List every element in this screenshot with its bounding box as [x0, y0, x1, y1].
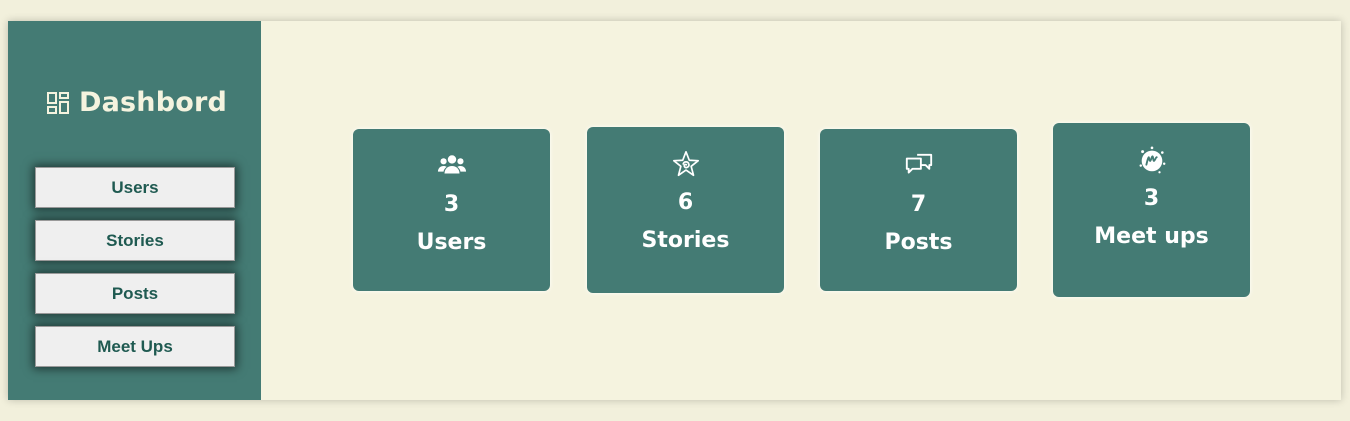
- sidebar-title: Dashbord: [79, 87, 228, 118]
- dashboard-frame: Dashbord Users Stories Posts Meet Ups 3 …: [8, 21, 1341, 400]
- sidebar: Dashbord Users Stories Posts Meet Ups: [8, 21, 261, 400]
- stories-count: 6: [677, 190, 694, 215]
- users-count: 3: [443, 192, 460, 217]
- star-swirl-icon: [672, 150, 699, 177]
- posts-button[interactable]: Posts: [35, 273, 235, 314]
- users-button[interactable]: Users: [35, 167, 235, 208]
- users-icon: [437, 155, 466, 174]
- chat-bubbles-icon: [905, 153, 932, 174]
- sidebar-brand: Dashbord: [46, 87, 227, 118]
- stories-card[interactable]: 6 Stories: [587, 127, 784, 293]
- users-label: Users: [416, 230, 487, 255]
- stories-label: Stories: [641, 228, 730, 253]
- posts-count: 7: [910, 192, 927, 217]
- stories-button[interactable]: Stories: [35, 220, 235, 261]
- meetup-icon: [1139, 146, 1165, 174]
- posts-card[interactable]: 7 Posts: [820, 129, 1017, 291]
- meet-ups-count: 3: [1143, 186, 1160, 211]
- main-content: 3 Users 6 Stories 7 Posts 3 Meet ups: [261, 21, 1341, 400]
- meet-ups-card[interactable]: 3 Meet ups: [1053, 123, 1250, 297]
- posts-label: Posts: [884, 230, 953, 255]
- dashboard-icon: [47, 91, 69, 114]
- users-card[interactable]: 3 Users: [353, 129, 550, 291]
- meet-ups-label: Meet ups: [1094, 224, 1209, 249]
- meet-ups-button[interactable]: Meet Ups: [35, 326, 235, 367]
